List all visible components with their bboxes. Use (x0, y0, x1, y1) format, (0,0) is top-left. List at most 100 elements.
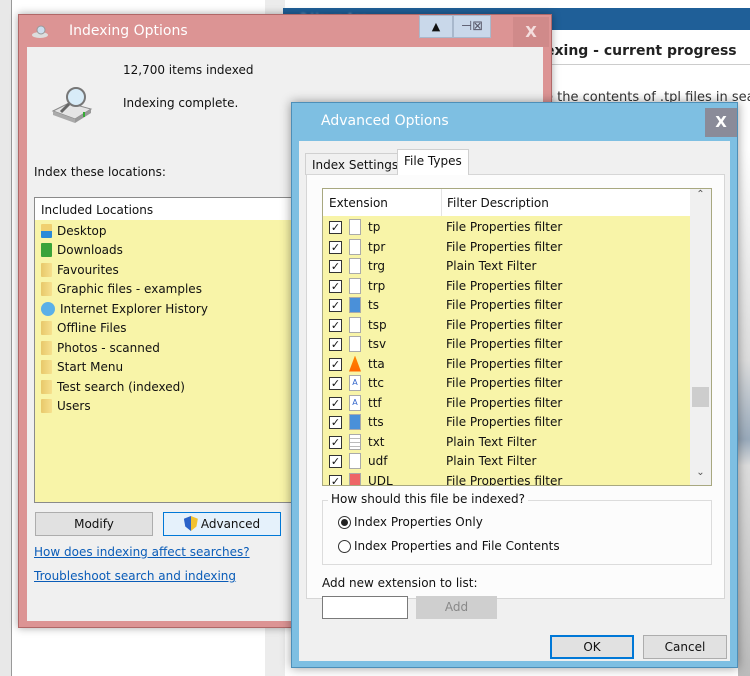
close-button[interactable]: X (705, 108, 737, 137)
background-right-edge (738, 150, 750, 676)
file-type-row[interactable]: ✓ udf Plain Text Filter (323, 452, 690, 472)
file-type-row[interactable]: ✓ trp File Properties filter (323, 277, 690, 297)
extension: tsv (368, 337, 387, 351)
location-item[interactable]: Internet Explorer History (41, 299, 208, 318)
blank-file-icon (349, 277, 361, 294)
location-item[interactable]: Test search (indexed) (41, 377, 185, 396)
radio-label: Index Properties Only (354, 515, 483, 529)
cancel-button[interactable]: Cancel (643, 635, 727, 659)
filter-description: Plain Text Filter (446, 259, 537, 273)
scroll-up-icon[interactable]: ⌃ (690, 189, 711, 207)
internet-explorer-icon (41, 301, 55, 316)
file-type-row[interactable]: ✓ tts File Properties filter (323, 413, 690, 433)
close-button[interactable]: X (513, 17, 549, 47)
file-type-row[interactable]: ✓ txt Plain Text Filter (323, 433, 690, 453)
scrollbar-thumb[interactable] (692, 387, 709, 407)
extension: ttc (368, 376, 385, 390)
filter-description: File Properties filter (446, 317, 563, 332)
checkbox[interactable]: ✓ (329, 260, 342, 273)
extension: ts (368, 298, 379, 312)
checkbox[interactable]: ✓ (329, 279, 342, 293)
location-item[interactable]: Desktop (41, 221, 107, 240)
text-file-icon (349, 433, 361, 450)
pin-button[interactable]: ⊣⊠ (453, 15, 491, 38)
scroll-down-icon[interactable]: ⌄ (690, 467, 711, 485)
tab-index-settings[interactable]: Index Settings (305, 153, 406, 175)
ok-button[interactable]: OK (550, 635, 634, 659)
window-title: Indexing Options (69, 23, 188, 39)
file-type-row[interactable]: ✓ Attc File Properties filter (323, 374, 690, 394)
filter-description: File Properties filter (446, 239, 563, 254)
location-item[interactable]: Start Menu (41, 358, 123, 377)
scrollbar[interactable]: ⌃ ⌄ (690, 189, 711, 485)
file-types-list[interactable]: Extension Filter Description ✓ tp File Pro… (322, 188, 712, 486)
checkbox[interactable]: ✓ (329, 357, 342, 371)
location-item[interactable]: Users (41, 397, 91, 416)
modify-button[interactable]: Modify (35, 512, 153, 536)
file-type-row[interactable]: ✓ tp File Properties filter (323, 218, 690, 238)
filter-description: File Properties filter (446, 337, 563, 351)
file-type-row[interactable]: ✓ Attf File Properties filter (323, 394, 690, 414)
background-heading: exing - current progress (545, 43, 737, 59)
file-type-row[interactable]: ✓ tsp File Properties filter (323, 316, 690, 336)
blank-file-icon (349, 316, 361, 333)
media-file-icon (349, 414, 361, 430)
radio-selected-icon[interactable] (338, 515, 351, 529)
checkbox[interactable]: ✓ (329, 221, 342, 234)
extension: trp (368, 278, 386, 293)
list-header[interactable]: Included Locations (35, 198, 303, 220)
link-troubleshoot[interactable]: Troubleshoot search and indexing (34, 569, 236, 583)
location-item[interactable]: Photos - scanned (41, 338, 160, 357)
folder-icon (41, 379, 52, 394)
location-item[interactable]: Favourites (41, 260, 119, 279)
file-type-row[interactable]: ✓ tta File Properties filter (323, 355, 690, 375)
location-item[interactable]: Downloads (41, 241, 123, 260)
checkbox[interactable]: ✓ (329, 338, 342, 351)
checkbox[interactable]: ✓ (329, 299, 342, 312)
radio-index-properties-and-contents[interactable]: Index Properties and File Contents (338, 539, 560, 553)
checkbox[interactable]: ✓ (329, 377, 342, 390)
location-label: Offline Files (57, 321, 127, 335)
background-divider (545, 64, 750, 65)
advanced-button[interactable]: Advanced (163, 512, 281, 536)
file-type-row[interactable]: ✓ tpr File Properties filter (323, 238, 690, 258)
file-type-row[interactable]: ✓ UDL File Properties filter (323, 472, 690, 486)
column-header-description[interactable]: Filter Description (441, 189, 554, 216)
radio-index-properties-only[interactable]: Index Properties Only (338, 515, 483, 529)
extension: tp (368, 220, 381, 234)
file-type-row[interactable]: ✓ trg Plain Text Filter (323, 257, 690, 277)
included-locations-list[interactable]: Included Locations Desktop Downloads Favou… (34, 197, 304, 503)
radio-unselected-icon[interactable] (338, 539, 351, 553)
collapse-button[interactable]: ▲ (419, 15, 453, 38)
checkbox[interactable]: ✓ (329, 396, 342, 410)
column-header-extension[interactable]: Extension (329, 196, 388, 210)
location-item[interactable]: Graphic files - examples (41, 280, 202, 299)
checkbox[interactable]: ✓ (329, 435, 342, 449)
extension: UDL (368, 473, 393, 486)
folder-icon (41, 399, 52, 413)
checkbox[interactable]: ✓ (329, 240, 342, 254)
add-button[interactable]: Add (416, 596, 497, 619)
filter-description: File Properties filter (446, 278, 563, 293)
extension: tts (368, 415, 384, 429)
filter-description: File Properties filter (446, 298, 563, 312)
add-extension-input[interactable] (322, 596, 408, 619)
items-indexed-count: 12,700 items indexed (123, 63, 254, 77)
tab-file-types[interactable]: File Types (397, 149, 469, 175)
filter-description: Plain Text Filter (446, 434, 537, 449)
checkbox[interactable]: ✓ (329, 455, 342, 468)
advanced-options-body: Index Settings File Types Extension Filt… (299, 141, 730, 661)
checkbox[interactable]: ✓ (329, 474, 342, 485)
file-type-row[interactable]: ✓ ts File Properties filter (323, 296, 690, 316)
extension: tsp (368, 317, 387, 332)
file-type-row[interactable]: ✓ tsv File Properties filter (323, 335, 690, 355)
add-extension-label: Add new extension to list: (322, 576, 478, 590)
filter-description: Plain Text Filter (446, 454, 537, 468)
location-item[interactable]: Offline Files (41, 319, 127, 338)
index-method-group: How should this file be indexed? Index P… (322, 492, 712, 565)
checkbox[interactable]: ✓ (329, 318, 342, 332)
folder-icon (41, 282, 52, 296)
link-indexing-affect-searches[interactable]: How does indexing affect searches? (34, 545, 250, 559)
checkbox[interactable]: ✓ (329, 416, 342, 429)
location-label: Desktop (57, 223, 107, 238)
